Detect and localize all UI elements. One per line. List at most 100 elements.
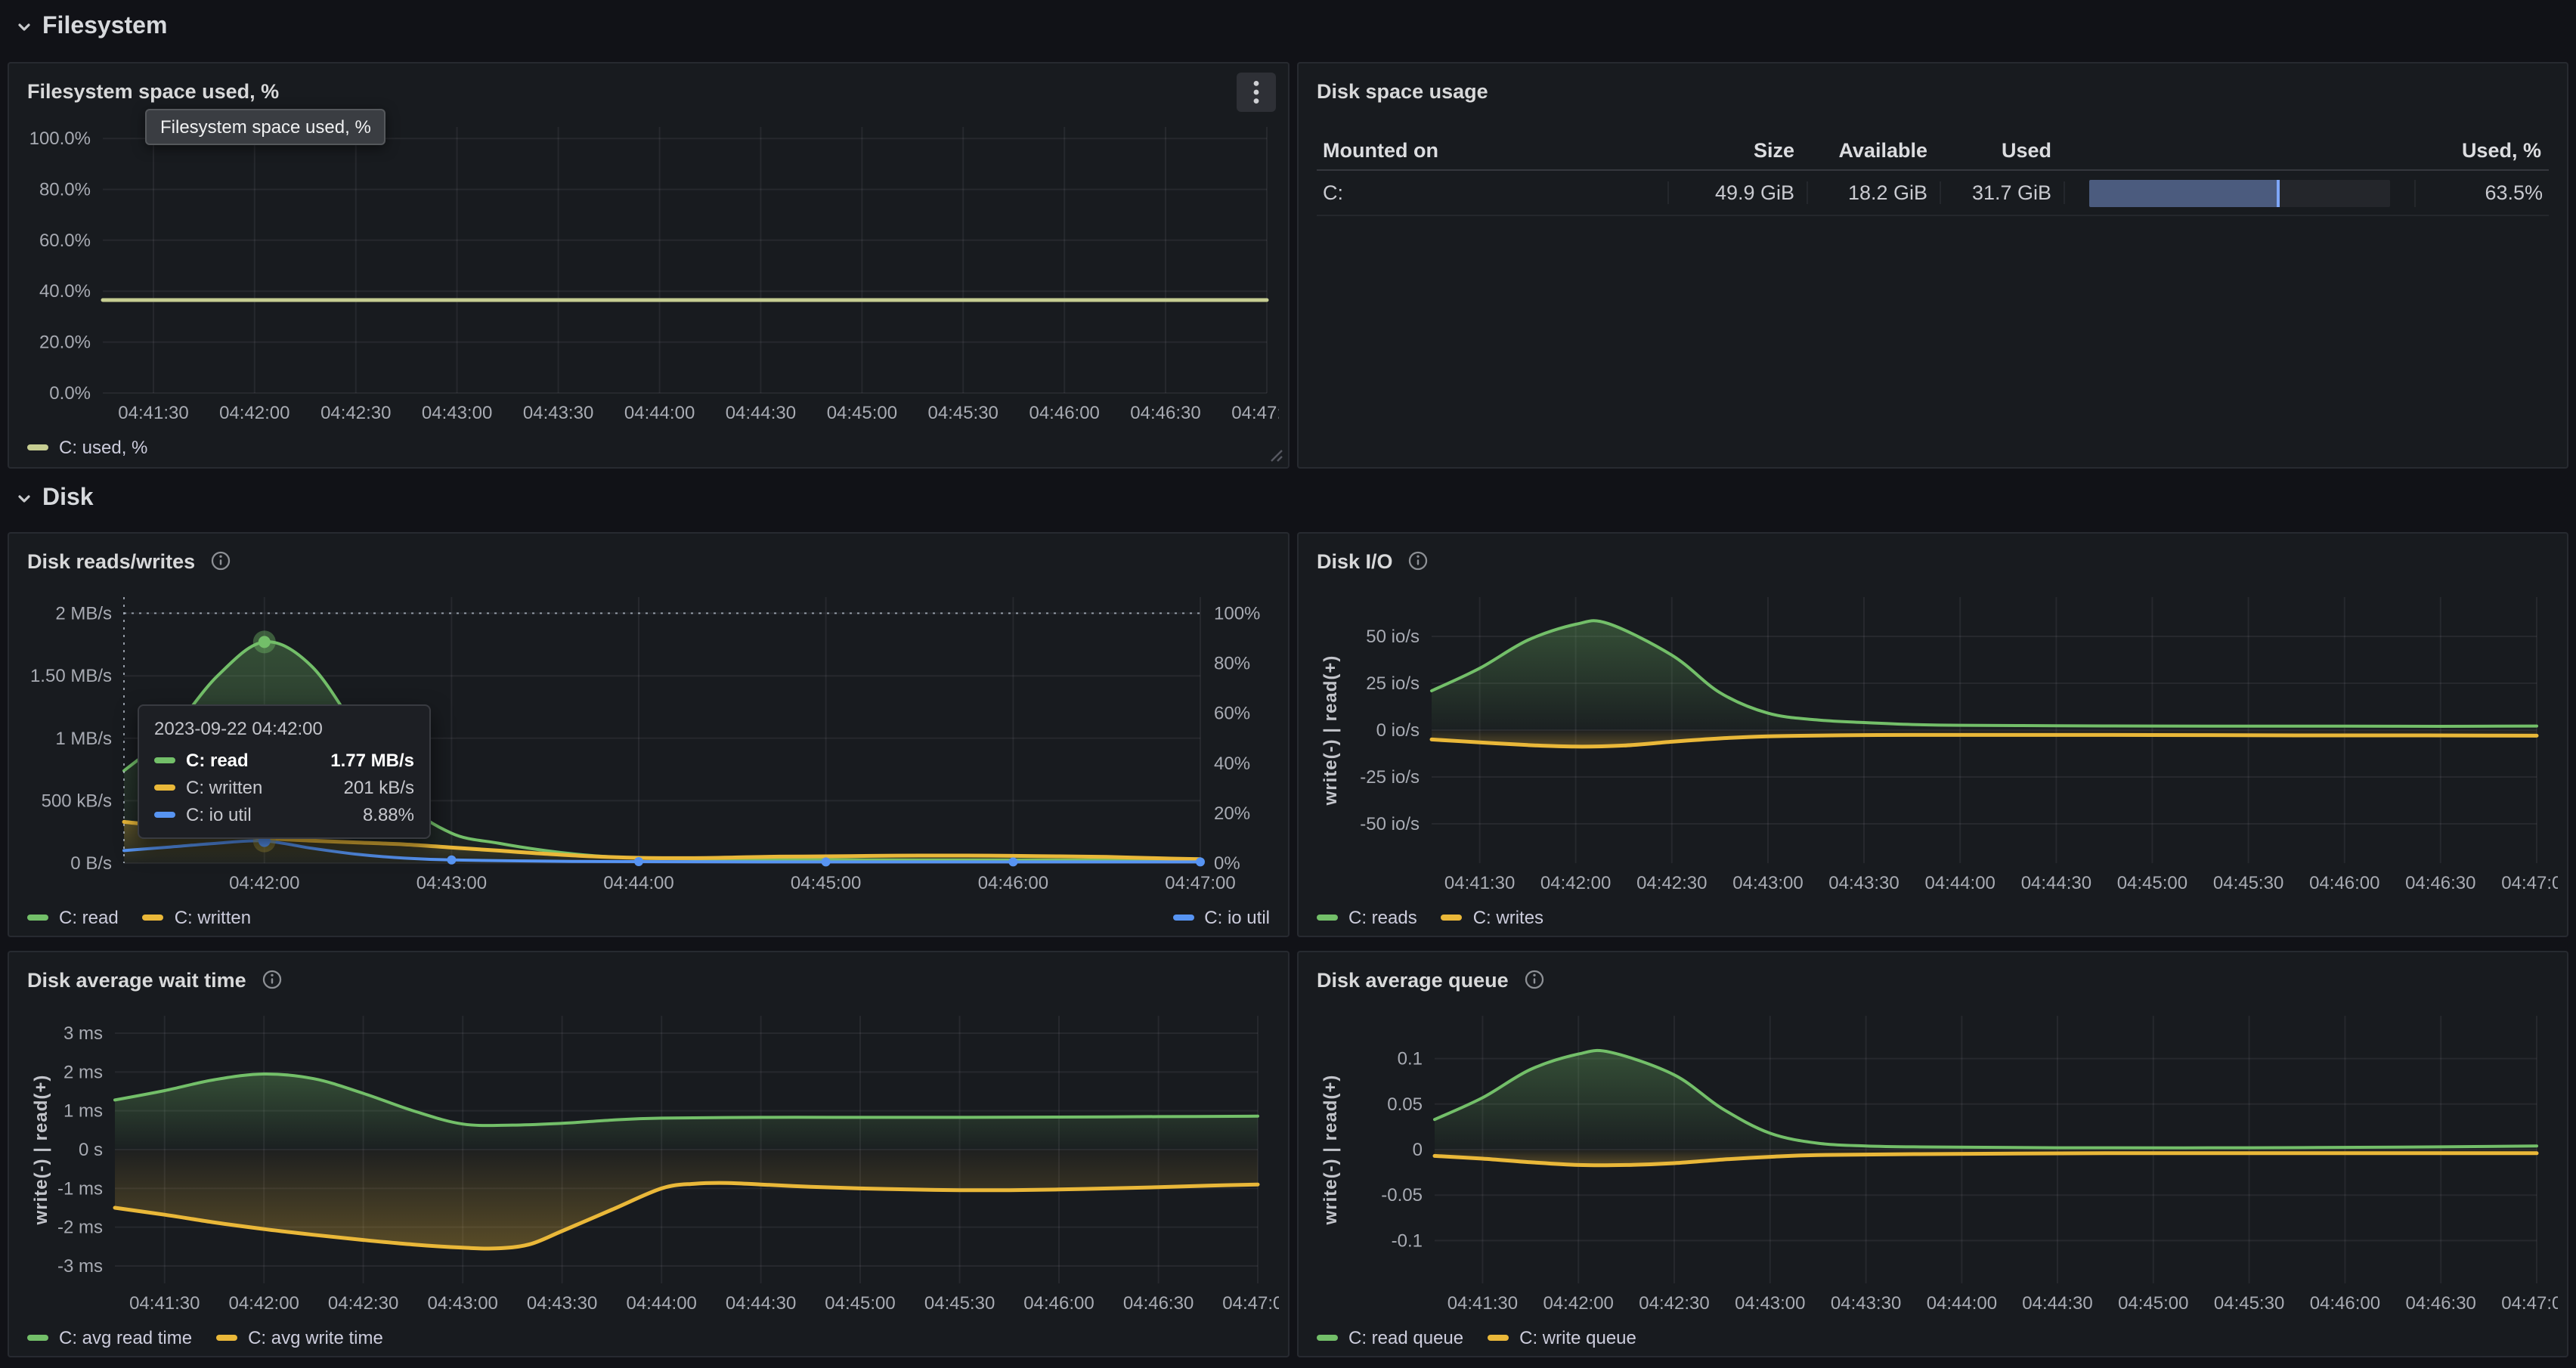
tooltip-series-value: 1.77 MB/s [330, 750, 414, 771]
panel-header[interactable]: Filesystem space used, % [9, 63, 1288, 112]
svg-text:0.1: 0.1 [1398, 1049, 1423, 1069]
legend-item[interactable]: C: io util [1172, 907, 1270, 928]
panel-disk-reads-writes: Disk reads/writes 04:42:0004:43:0004:44:… [8, 532, 1290, 937]
info-icon[interactable] [1524, 969, 1545, 990]
svg-text:04:42:00: 04:42:00 [229, 873, 299, 893]
svg-text:04:45:00: 04:45:00 [827, 403, 897, 423]
svg-text:1 ms: 1 ms [63, 1101, 103, 1122]
panel-header[interactable]: Disk average wait time [9, 952, 1288, 1001]
filesystem-space-used-chart[interactable]: 04:41:3004:42:0004:42:3004:43:0004:43:30… [21, 112, 1279, 429]
svg-text:04:43:30: 04:43:30 [1828, 873, 1899, 893]
tooltip-series-value: 201 kB/s [344, 777, 414, 798]
svg-text:04:42:30: 04:42:30 [1636, 873, 1707, 893]
svg-text:-25 io/s: -25 io/s [1360, 767, 1420, 788]
legend-chip [1317, 1335, 1338, 1341]
svg-text:04:46:30: 04:46:30 [2405, 1293, 2475, 1314]
chart-legend: C: avg read time C: avg write time [9, 1320, 1288, 1365]
svg-text:100.0%: 100.0% [29, 128, 91, 149]
svg-text:0.05: 0.05 [1387, 1094, 1423, 1115]
column-header-used[interactable]: Used [1941, 138, 2065, 161]
legend-label: C: written [175, 907, 251, 928]
panel-header[interactable]: Disk reads/writes [9, 534, 1288, 582]
panel-filesystem-space-used: Filesystem space used, % 04:41:3004:42:0… [8, 62, 1290, 469]
svg-text:04:41:30: 04:41:30 [129, 1293, 200, 1314]
svg-text:-0.1: -0.1 [1392, 1230, 1423, 1251]
tooltip-series-chip [154, 757, 175, 763]
legend-item[interactable]: C: written [143, 907, 251, 928]
column-header-available[interactable]: Available [1808, 138, 1941, 161]
panel-menu-button[interactable] [1237, 73, 1276, 112]
svg-text:80.0%: 80.0% [39, 180, 91, 200]
svg-text:04:46:00: 04:46:00 [978, 873, 1048, 893]
svg-text:04:46:00: 04:46:00 [1023, 1293, 1094, 1314]
svg-text:-2 ms: -2 ms [57, 1218, 103, 1238]
legend-item[interactable]: C: reads [1317, 907, 1417, 928]
disk-average-queue-chart[interactable]: 04:41:3004:42:0004:42:3004:43:0004:43:30… [1311, 1001, 2558, 1320]
svg-text:04:44:00: 04:44:00 [1924, 873, 1995, 893]
svg-text:0.0%: 0.0% [49, 383, 91, 404]
legend-label: C: read [59, 907, 119, 928]
svg-text:04:45:00: 04:45:00 [825, 1293, 895, 1314]
legend-item[interactable]: C: read [27, 907, 119, 928]
svg-text:-0.05: -0.05 [1381, 1185, 1423, 1206]
svg-text:04:45:00: 04:45:00 [791, 873, 861, 893]
legend-label: C: io util [1204, 907, 1270, 928]
legend-chip [27, 915, 48, 921]
usage-bar-track [2089, 179, 2390, 206]
panel-header[interactable]: Disk I/O [1299, 534, 2567, 582]
chart-legend: C: read queue C: write queue [1299, 1320, 2567, 1365]
legend-label: C: avg write time [248, 1327, 383, 1348]
info-icon[interactable] [210, 550, 231, 571]
panel-title: Disk I/O [1317, 549, 1393, 572]
tooltip-series-chip [154, 812, 175, 818]
info-icon[interactable] [1408, 550, 1429, 571]
chart-legend: C: used, % [9, 429, 1288, 475]
panel-title: Filesystem space used, % [27, 79, 279, 102]
svg-text:04:42:30: 04:42:30 [328, 1293, 398, 1314]
legend-item[interactable]: C: read queue [1317, 1327, 1463, 1348]
legend-chip [1441, 915, 1463, 921]
panel-header[interactable]: Disk average queue [1299, 952, 2567, 1001]
panel-header[interactable]: Disk space usage [1299, 63, 2567, 112]
svg-text:04:46:30: 04:46:30 [1123, 1293, 1194, 1314]
svg-text:40%: 40% [1214, 754, 1250, 774]
legend-item[interactable]: C: used, % [27, 437, 147, 458]
legend-item[interactable]: C: avg read time [27, 1327, 192, 1348]
section-label: Disk [42, 485, 94, 512]
svg-text:04:43:30: 04:43:30 [527, 1293, 597, 1314]
legend-item[interactable]: C: writes [1441, 907, 1543, 928]
section-header-disk[interactable]: Disk [15, 485, 94, 512]
panel-resize-handle[interactable] [1270, 449, 1283, 463]
svg-text:04:43:30: 04:43:30 [523, 403, 593, 423]
column-header-mounted-on[interactable]: Mounted on [1317, 138, 1669, 161]
svg-text:40.0%: 40.0% [39, 281, 91, 302]
svg-text:04:45:30: 04:45:30 [927, 403, 998, 423]
svg-text:500 kB/s: 500 kB/s [42, 791, 112, 811]
svg-text:04:43:00: 04:43:00 [422, 403, 492, 423]
svg-text:write(-) | read(+): write(-) | read(+) [1321, 1075, 1341, 1226]
chevron-down-icon [15, 490, 33, 508]
panel-title-tooltip: Filesystem space used, % [145, 109, 386, 145]
info-icon[interactable] [262, 969, 283, 990]
column-header-size[interactable]: Size [1669, 138, 1808, 161]
svg-text:04:42:00: 04:42:00 [1540, 873, 1611, 893]
svg-text:04:44:00: 04:44:00 [626, 1293, 696, 1314]
legend-item[interactable]: C: write queue [1488, 1327, 1636, 1348]
column-header-used-pct[interactable]: Used, % [2416, 138, 2549, 161]
disk-io-chart[interactable]: 04:41:3004:42:0004:42:3004:43:0004:43:30… [1311, 582, 2558, 899]
svg-text:04:44:30: 04:44:30 [2021, 873, 2091, 893]
panel-title: Disk average wait time [27, 968, 246, 991]
svg-text:04:45:00: 04:45:00 [2118, 1293, 2188, 1314]
table-row[interactable]: C: 49.9 GiB 18.2 GiB 31.7 GiB 63.5% [1317, 171, 2549, 216]
svg-text:04:41:30: 04:41:30 [1447, 1293, 1518, 1314]
section-header-filesystem[interactable]: Filesystem [15, 14, 167, 41]
svg-text:04:42:00: 04:42:00 [219, 403, 289, 423]
svg-text:0%: 0% [1214, 853, 1240, 874]
svg-text:04:46:00: 04:46:00 [2310, 1293, 2380, 1314]
disk-average-wait-time-chart[interactable]: 04:41:3004:42:0004:42:3004:43:0004:43:30… [21, 1001, 1279, 1320]
svg-text:04:47:00: 04:47:00 [2501, 873, 2558, 893]
svg-text:1.50 MB/s: 1.50 MB/s [30, 666, 112, 686]
legend-item[interactable]: C: avg write time [216, 1327, 383, 1348]
legend-chip [27, 444, 48, 450]
svg-text:04:47:00: 04:47:00 [1231, 403, 1279, 423]
